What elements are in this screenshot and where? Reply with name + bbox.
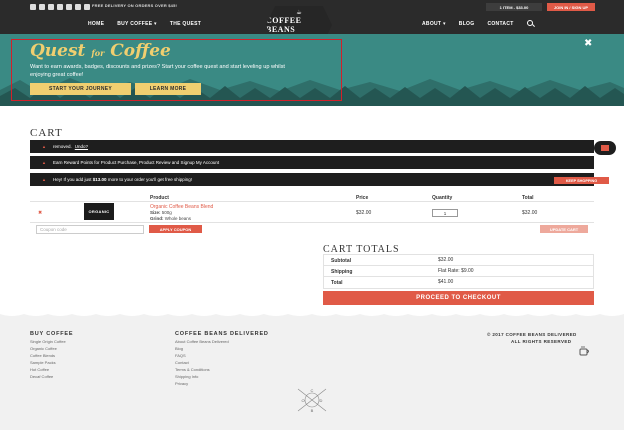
divider bbox=[30, 222, 594, 223]
compass-letter: C bbox=[311, 388, 314, 393]
footer-link[interactable]: Decaf Coffee bbox=[30, 374, 53, 379]
footer-link[interactable]: Single Origin Coffee bbox=[30, 339, 66, 344]
apply-coupon-button[interactable]: APPLY COUPON bbox=[149, 225, 202, 233]
nav-home[interactable]: HOME bbox=[88, 21, 104, 27]
email-icon[interactable] bbox=[84, 4, 90, 10]
rewards-tab-icon[interactable] bbox=[594, 141, 616, 155]
notice-rewards: ▲ Earn Reward Points for Product Purchas… bbox=[30, 156, 594, 169]
compass-letter: O bbox=[301, 398, 304, 403]
google-icon[interactable] bbox=[66, 4, 72, 10]
social-icons bbox=[30, 4, 90, 10]
undo-link[interactable]: Undo? bbox=[75, 144, 88, 149]
mini-cart-button[interactable]: 1 ITEM - $33.00 bbox=[486, 3, 542, 11]
footer-link[interactable]: Coffee Blends bbox=[30, 353, 55, 358]
footer-heading-cbd: COFFEE BEANS DELIVERED bbox=[175, 331, 269, 337]
main-nav-left: HOME BUY COFFEE ▾ THE QUEST bbox=[88, 21, 201, 27]
footer-edge bbox=[0, 312, 624, 316]
rights-text: ALL RIGHTS RESERVED bbox=[511, 339, 572, 344]
update-cart-button[interactable]: UPDATE CART bbox=[540, 225, 588, 233]
footer-link[interactable]: About Coffee Beans Delivered bbox=[175, 339, 229, 344]
cart-totals-table: Subtotal $32.00 Shipping Flat Rate: $9.0… bbox=[323, 254, 594, 289]
coupon-input[interactable]: Coupon code bbox=[36, 225, 144, 234]
facebook-icon[interactable] bbox=[30, 4, 36, 10]
remove-item-icon[interactable]: ✖ bbox=[38, 210, 42, 216]
divider bbox=[30, 201, 594, 202]
item-total: $32.00 bbox=[522, 210, 538, 216]
totals-row: Total $41.00 bbox=[331, 279, 454, 286]
product-grind: Grind: Whole beans bbox=[150, 216, 192, 221]
compass-logo-icon: C O D B bbox=[297, 388, 327, 413]
footer-link[interactable]: Terms & Conditions bbox=[175, 367, 210, 372]
pinterest-icon[interactable] bbox=[57, 4, 63, 10]
compass-letter: B bbox=[311, 408, 314, 413]
footer-link[interactable]: Hot Coffee bbox=[30, 367, 49, 372]
footer-link[interactable]: Sample Packs bbox=[30, 360, 56, 365]
notice-shipping: ▲ Hey! If you add just $13.00 more to yo… bbox=[30, 173, 609, 186]
footer-heading-buy-coffee: BUY COFFEE bbox=[30, 331, 74, 337]
info-icon: ▲ bbox=[42, 160, 46, 165]
start-journey-button[interactable]: START YOUR JOURNEY bbox=[30, 83, 131, 95]
product-thumbnail[interactable]: ORGANIC bbox=[84, 203, 114, 220]
promo-text: FREE DELIVERY ON ORDERS OVER $45! bbox=[92, 3, 178, 8]
info-icon: ▲ bbox=[42, 177, 46, 182]
footer-link[interactable]: Privacy bbox=[175, 381, 188, 386]
coffee-cup-icon bbox=[579, 346, 589, 356]
learn-more-button[interactable]: LEARN MORE bbox=[135, 83, 201, 95]
nav-contact[interactable]: CONTACT bbox=[487, 21, 513, 27]
footer-link[interactable]: Shipping Info bbox=[175, 374, 198, 379]
youtube-icon[interactable] bbox=[75, 4, 81, 10]
nav-about[interactable]: ABOUT ▾ bbox=[422, 21, 446, 27]
footer-link[interactable]: Blog bbox=[175, 346, 183, 351]
nav-the-quest[interactable]: THE QUEST bbox=[170, 21, 201, 27]
compass-letter: D bbox=[320, 398, 323, 403]
checkout-button[interactable]: PROCEED TO CHECKOUT bbox=[323, 291, 594, 305]
main-nav-right: ABOUT ▾ BLOG CONTACT bbox=[422, 21, 514, 27]
nav-buy-coffee[interactable]: BUY COFFEE ▾ bbox=[117, 21, 157, 27]
page: FREE DELIVERY ON ORDERS OVER $45! 1 ITEM… bbox=[0, 0, 624, 430]
quest-description: Want to earn awards, badges, discounts a… bbox=[30, 64, 285, 78]
footer-link[interactable]: Organic Coffee bbox=[30, 346, 57, 351]
page-title: CART bbox=[30, 127, 63, 139]
notice-removed: ▲ removed. Undo? bbox=[30, 140, 594, 153]
footer-link[interactable]: Contact bbox=[175, 360, 189, 365]
quest-title: Quest for Coffee bbox=[30, 41, 171, 61]
item-price: $32.00 bbox=[356, 210, 372, 216]
close-icon[interactable]: ✖ bbox=[584, 38, 592, 49]
totals-row: Subtotal $32.00 bbox=[324, 255, 593, 266]
login-button[interactable]: JOIN IN / SIGN UP bbox=[547, 3, 595, 11]
twitter-icon[interactable] bbox=[39, 4, 45, 10]
keep-shopping-button[interactable]: KEEP SHOPPING bbox=[554, 177, 609, 184]
nav-blog[interactable]: BLOG bbox=[459, 21, 475, 27]
footer-link[interactable]: FAQS bbox=[175, 353, 186, 358]
totals-row: Shipping Flat Rate: $9.00 bbox=[324, 266, 593, 277]
copyright-text: © 2017 COFFEE BEANS DELIVERED bbox=[487, 332, 577, 337]
product-size: Size: 500g bbox=[150, 210, 172, 215]
logo-title: COFFEE BEANS bbox=[266, 15, 302, 34]
instagram-icon[interactable] bbox=[48, 4, 54, 10]
search-icon[interactable] bbox=[527, 20, 533, 26]
info-icon: ▲ bbox=[42, 144, 46, 149]
quantity-input[interactable]: 1 bbox=[432, 209, 458, 217]
